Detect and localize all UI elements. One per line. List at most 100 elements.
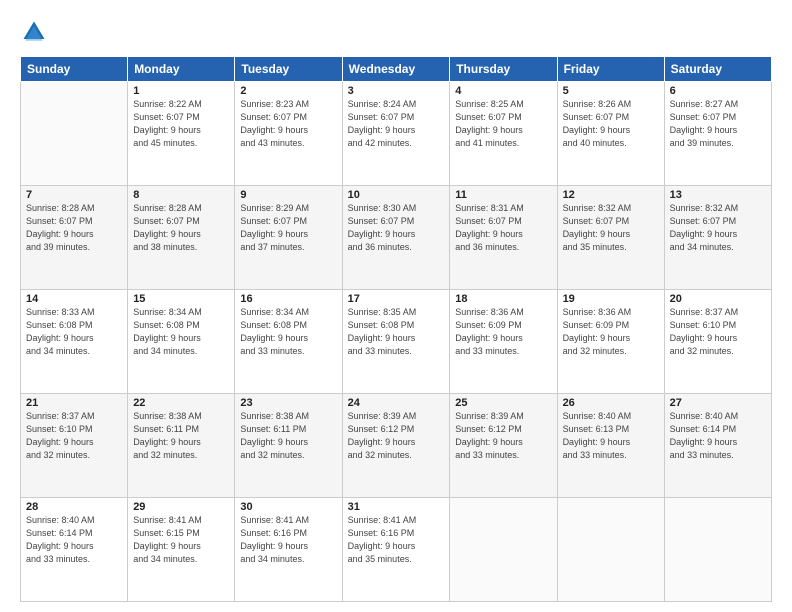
day-number: 1 — [133, 85, 229, 97]
calendar-cell: 14Sunrise: 8:33 AM Sunset: 6:08 PM Dayli… — [21, 290, 128, 394]
calendar-cell: 13Sunrise: 8:32 AM Sunset: 6:07 PM Dayli… — [664, 186, 771, 290]
calendar-cell: 21Sunrise: 8:37 AM Sunset: 6:10 PM Dayli… — [21, 394, 128, 498]
day-number: 22 — [133, 397, 229, 409]
calendar-header-row: SundayMondayTuesdayWednesdayThursdayFrid… — [21, 57, 772, 82]
day-info: Sunrise: 8:40 AM Sunset: 6:14 PM Dayligh… — [670, 410, 766, 462]
calendar-table: SundayMondayTuesdayWednesdayThursdayFrid… — [20, 56, 772, 602]
day-number: 13 — [670, 189, 766, 201]
day-info: Sunrise: 8:39 AM Sunset: 6:12 PM Dayligh… — [455, 410, 551, 462]
day-info: Sunrise: 8:34 AM Sunset: 6:08 PM Dayligh… — [240, 306, 336, 358]
day-info: Sunrise: 8:41 AM Sunset: 6:15 PM Dayligh… — [133, 514, 229, 566]
day-info: Sunrise: 8:23 AM Sunset: 6:07 PM Dayligh… — [240, 98, 336, 150]
day-number: 15 — [133, 293, 229, 305]
day-info: Sunrise: 8:26 AM Sunset: 6:07 PM Dayligh… — [563, 98, 659, 150]
calendar-cell: 19Sunrise: 8:36 AM Sunset: 6:09 PM Dayli… — [557, 290, 664, 394]
calendar-cell: 6Sunrise: 8:27 AM Sunset: 6:07 PM Daylig… — [664, 82, 771, 186]
day-number: 5 — [563, 85, 659, 97]
calendar-cell: 17Sunrise: 8:35 AM Sunset: 6:08 PM Dayli… — [342, 290, 450, 394]
day-number: 31 — [348, 501, 445, 513]
day-number: 24 — [348, 397, 445, 409]
calendar-cell: 11Sunrise: 8:31 AM Sunset: 6:07 PM Dayli… — [450, 186, 557, 290]
day-of-week-header: Tuesday — [235, 57, 342, 82]
day-number: 30 — [240, 501, 336, 513]
calendar-cell — [21, 82, 128, 186]
day-info: Sunrise: 8:24 AM Sunset: 6:07 PM Dayligh… — [348, 98, 445, 150]
calendar-cell: 30Sunrise: 8:41 AM Sunset: 6:16 PM Dayli… — [235, 498, 342, 602]
page: SundayMondayTuesdayWednesdayThursdayFrid… — [0, 0, 792, 612]
day-number: 11 — [455, 189, 551, 201]
calendar-cell: 3Sunrise: 8:24 AM Sunset: 6:07 PM Daylig… — [342, 82, 450, 186]
day-info: Sunrise: 8:33 AM Sunset: 6:08 PM Dayligh… — [26, 306, 122, 358]
calendar-cell: 8Sunrise: 8:28 AM Sunset: 6:07 PM Daylig… — [128, 186, 235, 290]
day-number: 23 — [240, 397, 336, 409]
day-number: 29 — [133, 501, 229, 513]
day-info: Sunrise: 8:37 AM Sunset: 6:10 PM Dayligh… — [26, 410, 122, 462]
day-info: Sunrise: 8:38 AM Sunset: 6:11 PM Dayligh… — [133, 410, 229, 462]
calendar-cell: 1Sunrise: 8:22 AM Sunset: 6:07 PM Daylig… — [128, 82, 235, 186]
day-number: 16 — [240, 293, 336, 305]
day-info: Sunrise: 8:34 AM Sunset: 6:08 PM Dayligh… — [133, 306, 229, 358]
day-info: Sunrise: 8:40 AM Sunset: 6:14 PM Dayligh… — [26, 514, 122, 566]
day-info: Sunrise: 8:39 AM Sunset: 6:12 PM Dayligh… — [348, 410, 445, 462]
day-number: 3 — [348, 85, 445, 97]
day-of-week-header: Thursday — [450, 57, 557, 82]
day-number: 25 — [455, 397, 551, 409]
day-number: 28 — [26, 501, 122, 513]
calendar-week-row: 1Sunrise: 8:22 AM Sunset: 6:07 PM Daylig… — [21, 82, 772, 186]
day-info: Sunrise: 8:32 AM Sunset: 6:07 PM Dayligh… — [563, 202, 659, 254]
day-info: Sunrise: 8:36 AM Sunset: 6:09 PM Dayligh… — [455, 306, 551, 358]
day-info: Sunrise: 8:32 AM Sunset: 6:07 PM Dayligh… — [670, 202, 766, 254]
calendar-cell: 28Sunrise: 8:40 AM Sunset: 6:14 PM Dayli… — [21, 498, 128, 602]
day-number: 6 — [670, 85, 766, 97]
calendar-cell — [557, 498, 664, 602]
day-number: 8 — [133, 189, 229, 201]
calendar-cell: 5Sunrise: 8:26 AM Sunset: 6:07 PM Daylig… — [557, 82, 664, 186]
calendar-cell: 12Sunrise: 8:32 AM Sunset: 6:07 PM Dayli… — [557, 186, 664, 290]
calendar-cell: 2Sunrise: 8:23 AM Sunset: 6:07 PM Daylig… — [235, 82, 342, 186]
day-info: Sunrise: 8:36 AM Sunset: 6:09 PM Dayligh… — [563, 306, 659, 358]
calendar-cell: 10Sunrise: 8:30 AM Sunset: 6:07 PM Dayli… — [342, 186, 450, 290]
calendar-cell: 16Sunrise: 8:34 AM Sunset: 6:08 PM Dayli… — [235, 290, 342, 394]
day-info: Sunrise: 8:22 AM Sunset: 6:07 PM Dayligh… — [133, 98, 229, 150]
calendar-week-row: 28Sunrise: 8:40 AM Sunset: 6:14 PM Dayli… — [21, 498, 772, 602]
day-info: Sunrise: 8:28 AM Sunset: 6:07 PM Dayligh… — [26, 202, 122, 254]
day-info: Sunrise: 8:38 AM Sunset: 6:11 PM Dayligh… — [240, 410, 336, 462]
calendar-cell: 24Sunrise: 8:39 AM Sunset: 6:12 PM Dayli… — [342, 394, 450, 498]
day-number: 2 — [240, 85, 336, 97]
calendar-cell: 27Sunrise: 8:40 AM Sunset: 6:14 PM Dayli… — [664, 394, 771, 498]
day-number: 4 — [455, 85, 551, 97]
day-number: 7 — [26, 189, 122, 201]
day-of-week-header: Monday — [128, 57, 235, 82]
calendar-cell: 20Sunrise: 8:37 AM Sunset: 6:10 PM Dayli… — [664, 290, 771, 394]
day-number: 20 — [670, 293, 766, 305]
calendar-cell: 29Sunrise: 8:41 AM Sunset: 6:15 PM Dayli… — [128, 498, 235, 602]
day-info: Sunrise: 8:41 AM Sunset: 6:16 PM Dayligh… — [348, 514, 445, 566]
day-number: 14 — [26, 293, 122, 305]
day-of-week-header: Friday — [557, 57, 664, 82]
calendar-cell: 26Sunrise: 8:40 AM Sunset: 6:13 PM Dayli… — [557, 394, 664, 498]
calendar-cell: 9Sunrise: 8:29 AM Sunset: 6:07 PM Daylig… — [235, 186, 342, 290]
day-number: 12 — [563, 189, 659, 201]
calendar-cell — [664, 498, 771, 602]
calendar-week-row: 7Sunrise: 8:28 AM Sunset: 6:07 PM Daylig… — [21, 186, 772, 290]
calendar-cell — [450, 498, 557, 602]
day-number: 27 — [670, 397, 766, 409]
logo — [20, 18, 52, 46]
day-of-week-header: Saturday — [664, 57, 771, 82]
day-number: 9 — [240, 189, 336, 201]
calendar-cell: 22Sunrise: 8:38 AM Sunset: 6:11 PM Dayli… — [128, 394, 235, 498]
day-info: Sunrise: 8:27 AM Sunset: 6:07 PM Dayligh… — [670, 98, 766, 150]
header — [20, 18, 772, 46]
calendar-week-row: 14Sunrise: 8:33 AM Sunset: 6:08 PM Dayli… — [21, 290, 772, 394]
calendar-week-row: 21Sunrise: 8:37 AM Sunset: 6:10 PM Dayli… — [21, 394, 772, 498]
day-info: Sunrise: 8:29 AM Sunset: 6:07 PM Dayligh… — [240, 202, 336, 254]
calendar-cell: 18Sunrise: 8:36 AM Sunset: 6:09 PM Dayli… — [450, 290, 557, 394]
day-info: Sunrise: 8:31 AM Sunset: 6:07 PM Dayligh… — [455, 202, 551, 254]
calendar-cell: 4Sunrise: 8:25 AM Sunset: 6:07 PM Daylig… — [450, 82, 557, 186]
calendar-cell: 23Sunrise: 8:38 AM Sunset: 6:11 PM Dayli… — [235, 394, 342, 498]
day-info: Sunrise: 8:37 AM Sunset: 6:10 PM Dayligh… — [670, 306, 766, 358]
day-number: 21 — [26, 397, 122, 409]
day-info: Sunrise: 8:41 AM Sunset: 6:16 PM Dayligh… — [240, 514, 336, 566]
day-number: 10 — [348, 189, 445, 201]
day-info: Sunrise: 8:35 AM Sunset: 6:08 PM Dayligh… — [348, 306, 445, 358]
